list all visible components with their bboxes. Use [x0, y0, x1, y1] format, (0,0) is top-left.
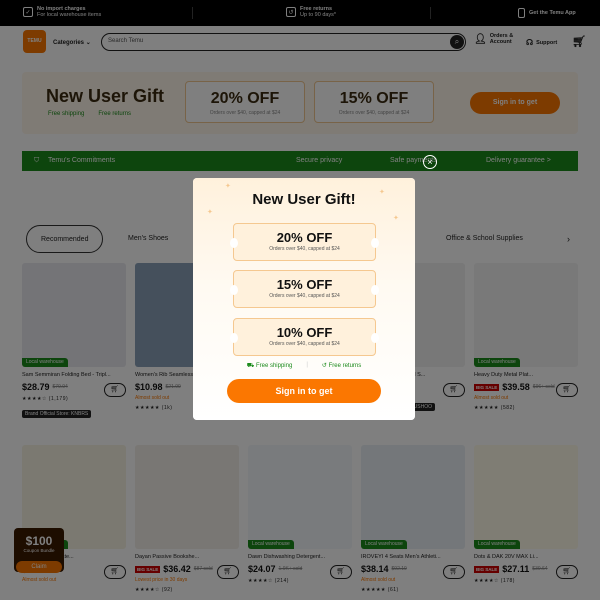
- coupon-percent: 10% OFF: [276, 325, 333, 340]
- free-shipping-label: ⛟ Free shipping: [247, 362, 293, 370]
- coupon-notch: [230, 333, 238, 343]
- sparkle-icon: ✦: [207, 209, 213, 216]
- sparkle-icon: ✦: [393, 215, 399, 222]
- truck-icon: ⛟: [246, 363, 256, 369]
- coupon-desc: Orders over $40, capped at $24: [269, 341, 340, 347]
- coupon-notch: [230, 238, 238, 248]
- close-icon[interactable]: ×: [423, 155, 437, 169]
- coupon-notch: [371, 238, 379, 248]
- divider: |: [306, 362, 308, 368]
- sparkle-icon: ✦: [225, 183, 231, 190]
- return-icon: ↺: [321, 363, 329, 369]
- page: ✓ No import chargesFor local warehouse i…: [0, 0, 600, 600]
- free-returns-label: ↺ Free returns: [322, 362, 361, 370]
- modal-benefits: ⛟ Free shipping | ↺ Free returns: [193, 362, 415, 370]
- free-shipping-text: Free shipping: [255, 363, 293, 369]
- coupon-desc: Orders over $40, capped at $24: [269, 293, 340, 299]
- modal-title: New User Gift!: [252, 191, 356, 208]
- modal-coupon: 20% OFF Orders over $40, capped at $24: [230, 223, 379, 261]
- modal-coupon: 15% OFF Orders over $40, capped at $24: [230, 270, 379, 308]
- coupon-notch: [230, 285, 238, 295]
- coupon-notch: [371, 333, 379, 343]
- coupon-desc: Orders over $40, capped at $24: [269, 246, 340, 252]
- modal-sign-in-button[interactable]: Sign in to get: [227, 379, 381, 403]
- free-returns-text: Free returns: [328, 363, 362, 369]
- coupon-percent: 15% OFF: [276, 277, 333, 292]
- coupon-notch: [371, 285, 379, 295]
- modal-coupon: 10% OFF Orders over $40, capped at $24: [230, 318, 379, 356]
- coupon-percent: 20% OFF: [276, 230, 333, 245]
- new-user-gift-modal: ✦ ✦ ✦ ✦ New User Gift! 20% OFF Orders ov…: [193, 178, 415, 420]
